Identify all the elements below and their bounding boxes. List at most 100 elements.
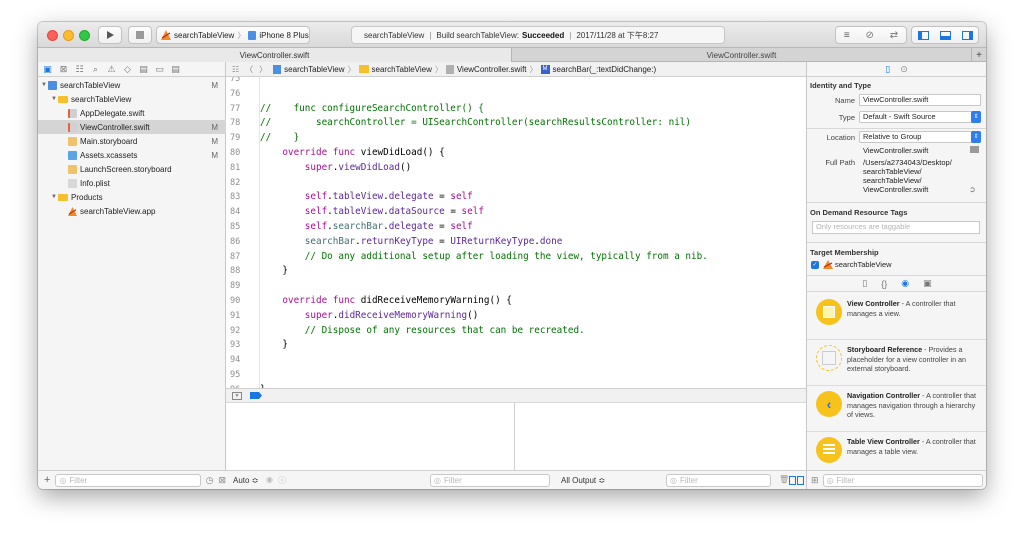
eye-icon[interactable]: ◉ <box>266 475 273 484</box>
navigator-toggle-icon[interactable] <box>917 30 929 40</box>
tab-viewcontroller-2[interactable]: ViewController.swift <box>512 48 972 62</box>
breakpoints-toggle-icon[interactable] <box>250 392 262 399</box>
add-file-button[interactable]: + <box>44 474 50 486</box>
source-control-icon[interactable]: ⊠ <box>58 64 69 75</box>
version-editor-icon[interactable]: ⇄ <box>890 30 898 41</box>
storyboard-icon <box>68 136 77 146</box>
hide-debug-area-icon[interactable]: ▼ <box>232 391 242 400</box>
jump-project[interactable]: searchTableView <box>284 65 344 74</box>
related-items-icon[interactable]: ☷ <box>232 65 239 74</box>
grid-view-icon[interactable]: ⊞ <box>811 475 819 486</box>
jump-file[interactable]: ViewController.swift <box>457 65 527 74</box>
tree-item[interactable]: searchTableView.app <box>38 204 226 218</box>
run-button[interactable] <box>98 26 122 44</box>
standard-editor-icon[interactable]: ≡ <box>844 30 850 41</box>
console-filter-input[interactable]: ◎ Filter <box>666 474 771 487</box>
code-text: // func configureSearchController() { <box>260 102 484 114</box>
file-inspector-icon[interactable]: ▯ <box>885 64 890 75</box>
report-icon[interactable]: ▤ <box>170 64 181 75</box>
close-window-button[interactable] <box>47 30 58 41</box>
warning-icon[interactable]: ⚠ <box>106 64 117 75</box>
odr-tags-field[interactable]: Only resources are taggable <box>812 221 980 234</box>
scheme-selector[interactable]: searchTableView 〉 iPhone 8 Plus <box>156 26 310 44</box>
utilities-toggle-icon[interactable] <box>961 30 973 40</box>
object-library-icon[interactable]: ◉ <box>901 278 909 289</box>
jump-group[interactable]: searchTableView <box>372 65 432 74</box>
inspector-tabs: ▯ ⊙ <box>807 62 986 77</box>
app-target-icon <box>823 260 833 269</box>
name-field[interactable]: ViewController.swift <box>859 94 981 106</box>
folder-icon[interactable]: ▣ <box>42 64 53 75</box>
code-text: // searchController = UISearchController… <box>260 117 691 129</box>
code-text: super.didReceiveMemoryWarning() <box>304 309 479 321</box>
variables-scope-popup[interactable]: Auto ≎ <box>233 476 258 485</box>
tree-item[interactable]: Main.storyboard M <box>38 134 226 148</box>
tree-item[interactable]: Info.plist <box>38 176 226 190</box>
reveal-in-finder-icon[interactable]: ➲ <box>969 185 976 194</box>
search-icon[interactable]: ⌕ <box>90 64 101 75</box>
divider <box>807 385 986 386</box>
console-view[interactable] <box>515 403 806 470</box>
source-editor[interactable]: 75 76 77 // func configureSearchController(… <box>226 77 806 388</box>
library-item[interactable]: ‹ Navigation Controller - A controller th… <box>807 391 986 441</box>
code-snippet-icon[interactable]: {} <box>881 279 887 289</box>
back-button[interactable]: 〈 <box>245 64 253 75</box>
breakpoint-icon[interactable]: ▭ <box>154 64 165 75</box>
method-icon: M <box>540 64 550 74</box>
library-item[interactable]: Storyboard Reference - Provides a placeh… <box>807 345 986 395</box>
jump-symbol[interactable]: searchBar(_:textDidChange:) <box>553 65 657 74</box>
tree-item-label: searchTableView <box>60 80 121 90</box>
media-library-icon[interactable]: ▣ <box>923 278 932 289</box>
code-line: 77 // func configureSearchController() { <box>226 102 806 117</box>
tree-item[interactable]: ViewController.swift M <box>38 120 226 134</box>
folder-icon <box>58 193 68 201</box>
stop-button[interactable] <box>128 26 152 44</box>
activity-build-prefix: Build searchTableView: <box>436 30 519 40</box>
tab-viewcontroller-1[interactable]: ViewController.swift <box>38 48 512 62</box>
assistant-editor-icon[interactable]: ⊘ <box>866 30 874 41</box>
folder-icon <box>58 95 68 103</box>
variables-filter-input[interactable]: ◎ Filter <box>430 474 550 487</box>
tree-item[interactable]: AppDelegate.swift <box>38 106 226 120</box>
line-number: 80 <box>230 148 241 158</box>
modified-files-icon[interactable]: ⊠ <box>218 475 226 486</box>
storyboard-icon <box>68 164 77 174</box>
split-console-icon[interactable] <box>797 476 804 485</box>
zoom-window-button[interactable] <box>79 30 90 41</box>
target-checkbox[interactable]: ✓ <box>811 260 819 269</box>
line-number: 87 <box>230 251 241 262</box>
location-popup[interactable]: Relative to Group ⇕ <box>859 131 981 143</box>
trash-icon[interactable]: 🗑︎ <box>779 475 789 484</box>
test-icon[interactable]: ◇ <box>122 64 133 75</box>
type-popup[interactable]: Default - Swift Source ⇕ <box>859 111 981 123</box>
split-variables-icon[interactable] <box>789 476 796 485</box>
variables-view[interactable] <box>226 403 515 470</box>
quick-help-icon[interactable]: ⊙ <box>900 64 908 75</box>
tree-item[interactable]: ▼ Products <box>38 190 226 204</box>
debug-icon[interactable]: ▤ <box>138 64 149 75</box>
line-number: 84 <box>230 207 241 218</box>
disclosure-triangle-icon[interactable]: ▼ <box>50 194 58 200</box>
forward-button[interactable]: 〉 <box>259 64 267 75</box>
tree-item[interactable]: LaunchScreen.storyboard <box>38 162 226 176</box>
folder-browse-icon[interactable] <box>970 146 979 153</box>
console-output-popup[interactable]: All Output ≎ <box>561 476 605 485</box>
disclosure-triangle-icon[interactable]: ▼ <box>40 82 48 88</box>
add-tab-button[interactable]: + <box>972 48 986 62</box>
file-template-icon[interactable]: ▯ <box>862 278 867 289</box>
project-icon <box>48 80 57 90</box>
recent-files-icon[interactable]: ◷ <box>206 475 214 486</box>
tree-item[interactable]: ▼ searchTableView <box>38 92 226 106</box>
info-icon[interactable]: ⓘ <box>278 475 286 486</box>
identity-type-header: Identity and Type <box>810 81 872 90</box>
minimize-window-button[interactable] <box>63 30 74 41</box>
disclosure-triangle-icon[interactable]: ▼ <box>50 96 58 102</box>
tree-item[interactable]: ▼ searchTableView M <box>38 78 226 92</box>
library-filter-input[interactable]: ◎ Filter <box>822 473 983 487</box>
navigator-filter-input[interactable]: ◎ Filter <box>55 473 201 487</box>
debug-toggle-icon[interactable] <box>939 30 951 40</box>
library-item[interactable]: View Controller - A controller that mana… <box>807 299 986 349</box>
code-line: 86 searchBar.returnKeyType = UIReturnKey… <box>226 235 806 250</box>
tree-item[interactable]: Assets.xcassets M <box>38 148 226 162</box>
symbol-icon[interactable]: ☷ <box>74 64 85 75</box>
